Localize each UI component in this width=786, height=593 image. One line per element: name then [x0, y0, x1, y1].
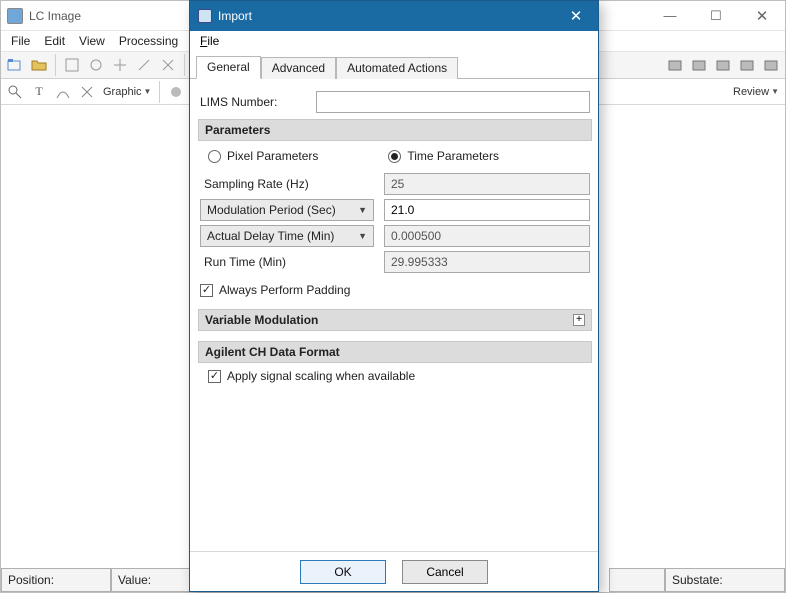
chevron-down-icon: ▼ [358, 205, 367, 215]
tool-open-icon[interactable] [5, 55, 25, 75]
tool-generic-icon[interactable] [53, 82, 73, 102]
delay-time-combo[interactable]: Actual Delay Time (Min) ▼ [200, 225, 374, 247]
sampling-rate-value: 25 [384, 173, 590, 195]
run-time-label: Run Time (Min) [200, 255, 374, 269]
tool-cut-icon[interactable] [158, 55, 178, 75]
tool-generic-icon[interactable] [134, 55, 154, 75]
checkbox-icon [208, 370, 221, 383]
sampling-rate-label: Sampling Rate (Hz) [200, 177, 374, 191]
maximize-button[interactable]: ☐ [693, 1, 739, 30]
agilent-header: Agilent CH Data Format [198, 341, 592, 363]
status-spacer [609, 568, 665, 592]
tool-folder-icon[interactable] [29, 55, 49, 75]
close-button[interactable]: ✕ [739, 1, 785, 30]
always-padding-label: Always Perform Padding [219, 283, 350, 297]
checkbox-icon [200, 284, 213, 297]
tool-folder-icon[interactable] [665, 55, 685, 75]
radio-icon [388, 150, 401, 163]
tool-generic-icon[interactable] [62, 55, 82, 75]
lims-input[interactable] [316, 91, 590, 113]
delay-time-value: 0.000500 [384, 225, 590, 247]
run-time-value: 29.995333 [384, 251, 590, 273]
dialog-menu-file[interactable]: File [194, 33, 225, 49]
import-dialog: Import ✕ File General Advanced Automated… [189, 0, 599, 592]
apply-signal-scaling-checkbox[interactable]: Apply signal scaling when available [208, 369, 590, 383]
toolbar-separator [184, 54, 185, 76]
delay-time-combo-label: Actual Delay Time (Min) [207, 229, 334, 243]
text-icon[interactable]: T [29, 82, 49, 102]
tab-general[interactable]: General [196, 56, 261, 79]
tool-folder-icon[interactable] [689, 55, 709, 75]
modulation-period-input[interactable] [384, 199, 590, 221]
parameters-header: Parameters [198, 119, 592, 141]
dialog-body: LIMS Number: Parameters Pixel Parameters… [190, 79, 598, 551]
variable-modulation-header[interactable]: Variable Modulation + [198, 309, 592, 331]
status-substate: Substate: [665, 568, 785, 592]
chevron-down-icon: ▼ [144, 87, 152, 96]
tool-generic-icon[interactable] [77, 82, 97, 102]
dialog-title: Import [218, 9, 554, 23]
tool-folder-icon[interactable] [761, 55, 781, 75]
expand-icon[interactable]: + [573, 314, 585, 326]
dialog-close-button[interactable]: ✕ [554, 1, 598, 31]
dialog-icon [198, 9, 212, 23]
modulation-period-combo-label: Modulation Period (Sec) [207, 203, 336, 217]
always-padding-checkbox[interactable]: Always Perform Padding [200, 283, 590, 297]
review-dropdown[interactable]: Review▼ [731, 86, 781, 98]
toolbar-separator [159, 81, 160, 103]
radio-icon [208, 150, 221, 163]
status-position: Position: [1, 568, 111, 592]
dialog-titlebar[interactable]: Import ✕ [190, 1, 598, 31]
tab-automated-actions[interactable]: Automated Actions [336, 57, 458, 79]
menu-processing[interactable]: Processing [113, 33, 184, 49]
modulation-period-combo[interactable]: Modulation Period (Sec) ▼ [200, 199, 374, 221]
graphic-dropdown[interactable]: Graphic▼ [101, 86, 153, 98]
status-value: Value: [111, 568, 191, 592]
radio-pixel-label: Pixel Parameters [227, 149, 318, 163]
cancel-button[interactable]: Cancel [402, 560, 488, 584]
chevron-down-icon: ▼ [358, 231, 367, 241]
radio-time-parameters[interactable]: Time Parameters [388, 149, 499, 163]
tool-generic-icon[interactable] [86, 55, 106, 75]
ok-button[interactable]: OK [300, 560, 386, 584]
tool-generic-icon[interactable] [110, 55, 130, 75]
radio-time-label: Time Parameters [407, 149, 499, 163]
minimize-button[interactable]: — [647, 1, 693, 30]
menu-edit[interactable]: Edit [38, 33, 71, 49]
tool-folder-icon[interactable] [737, 55, 757, 75]
chevron-down-icon: ▼ [771, 87, 779, 96]
tab-advanced[interactable]: Advanced [261, 57, 336, 79]
radio-pixel-parameters[interactable]: Pixel Parameters [208, 149, 318, 163]
app-icon [7, 8, 23, 24]
tool-folder-icon[interactable] [713, 55, 733, 75]
lims-label: LIMS Number: [200, 95, 310, 109]
menu-view[interactable]: View [73, 33, 111, 49]
menu-file[interactable]: File [5, 33, 36, 49]
tab-strip: General Advanced Automated Actions [190, 51, 598, 79]
apply-signal-scaling-label: Apply signal scaling when available [227, 369, 415, 383]
dialog-button-bar: OK Cancel [190, 551, 598, 591]
blob-icon[interactable] [166, 82, 186, 102]
zoom-icon[interactable] [5, 82, 25, 102]
toolbar-separator [55, 54, 56, 76]
dialog-menu: File [190, 31, 598, 51]
